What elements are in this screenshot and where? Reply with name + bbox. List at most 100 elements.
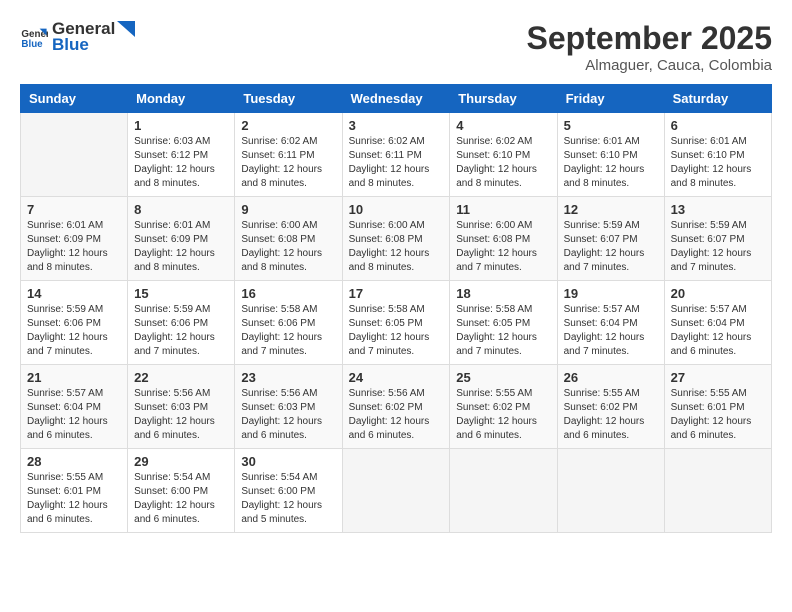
day-number: 4 — [456, 118, 550, 133]
day-number: 22 — [134, 370, 228, 385]
calendar-cell: 17 Sunrise: 5:58 AM Sunset: 6:05 PM Dayli… — [342, 281, 450, 365]
day-info: Sunrise: 5:57 AM Sunset: 6:04 PM Dayligh… — [671, 303, 765, 359]
day-number: 10 — [349, 202, 444, 217]
calendar-header-row: SundayMondayTuesdayWednesdayThursdayFrid… — [21, 85, 772, 113]
day-info: Sunrise: 6:00 AM Sunset: 6:08 PM Dayligh… — [241, 219, 335, 275]
calendar-cell: 24 Sunrise: 5:56 AM Sunset: 6:02 PM Dayli… — [342, 365, 450, 449]
month-title: September 2025 — [527, 20, 772, 57]
header-wednesday: Wednesday — [342, 85, 450, 113]
calendar-cell — [557, 449, 664, 533]
day-number: 11 — [456, 202, 550, 217]
header-thursday: Thursday — [450, 85, 557, 113]
calendar-cell: 18 Sunrise: 5:58 AM Sunset: 6:05 PM Dayli… — [450, 281, 557, 365]
day-number: 29 — [134, 454, 228, 469]
day-number: 9 — [241, 202, 335, 217]
calendar-cell: 19 Sunrise: 5:57 AM Sunset: 6:04 PM Dayli… — [557, 281, 664, 365]
day-number: 23 — [241, 370, 335, 385]
day-number: 6 — [671, 118, 765, 133]
day-info: Sunrise: 5:54 AM Sunset: 6:00 PM Dayligh… — [241, 471, 335, 527]
calendar-week-5: 28Sunrise: 5:55 AM Sunset: 6:01 PM Dayli… — [21, 449, 772, 533]
calendar-cell: 1 Sunrise: 6:03 AM Sunset: 6:12 PM Daylig… — [128, 113, 235, 197]
location-title: Almaguer, Cauca, Colombia — [527, 57, 772, 74]
calendar-cell — [664, 449, 771, 533]
calendar-table: SundayMondayTuesdayWednesdayThursdayFrid… — [20, 84, 772, 533]
calendar-cell: 2Sunrise: 6:02 AM Sunset: 6:11 PM Daylig… — [235, 113, 342, 197]
logo: General Blue General Blue — [20, 20, 135, 54]
day-info: Sunrise: 5:59 AM Sunset: 6:07 PM Dayligh… — [564, 219, 658, 275]
calendar-cell: 12 Sunrise: 5:59 AM Sunset: 6:07 PM Dayli… — [557, 197, 664, 281]
header-friday: Friday — [557, 85, 664, 113]
day-number: 2 — [241, 118, 335, 133]
day-number: 17 — [349, 286, 444, 301]
day-number: 16 — [241, 286, 335, 301]
calendar-cell: 14 Sunrise: 5:59 AM Sunset: 6:06 PM Dayli… — [21, 281, 128, 365]
day-number: 5 — [564, 118, 658, 133]
day-number: 24 — [349, 370, 444, 385]
day-info: Sunrise: 5:54 AM Sunset: 6:00 PM Dayligh… — [134, 471, 228, 527]
calendar-cell: 29 Sunrise: 5:54 AM Sunset: 6:00 PM Dayli… — [128, 449, 235, 533]
calendar-cell: 21Sunrise: 5:57 AM Sunset: 6:04 PM Dayli… — [21, 365, 128, 449]
calendar-cell: 30 Sunrise: 5:54 AM Sunset: 6:00 PM Dayli… — [235, 449, 342, 533]
day-number: 7 — [27, 202, 121, 217]
day-info: Sunrise: 6:00 AM Sunset: 6:08 PM Dayligh… — [349, 219, 444, 275]
calendar-cell: 8 Sunrise: 6:01 AM Sunset: 6:09 PM Daylig… — [128, 197, 235, 281]
day-info: Sunrise: 6:01 AM Sunset: 6:10 PM Dayligh… — [671, 135, 765, 191]
calendar-cell: 9 Sunrise: 6:00 AM Sunset: 6:08 PM Daylig… — [235, 197, 342, 281]
day-info: Sunrise: 5:58 AM Sunset: 6:05 PM Dayligh… — [456, 303, 550, 359]
calendar-cell: 20Sunrise: 5:57 AM Sunset: 6:04 PM Dayli… — [664, 281, 771, 365]
day-info: Sunrise: 6:01 AM Sunset: 6:09 PM Dayligh… — [134, 219, 228, 275]
logo-arrow — [117, 21, 135, 37]
calendar-cell: 10 Sunrise: 6:00 AM Sunset: 6:08 PM Dayli… — [342, 197, 450, 281]
day-info: Sunrise: 5:55 AM Sunset: 6:01 PM Dayligh… — [27, 471, 121, 527]
day-number: 25 — [456, 370, 550, 385]
calendar-week-4: 21Sunrise: 5:57 AM Sunset: 6:04 PM Dayli… — [21, 365, 772, 449]
calendar-cell: 23 Sunrise: 5:56 AM Sunset: 6:03 PM Dayli… — [235, 365, 342, 449]
calendar-cell: 25 Sunrise: 5:55 AM Sunset: 6:02 PM Dayli… — [450, 365, 557, 449]
calendar-cell: 6 Sunrise: 6:01 AM Sunset: 6:10 PM Daylig… — [664, 113, 771, 197]
day-info: Sunrise: 5:59 AM Sunset: 6:06 PM Dayligh… — [27, 303, 121, 359]
day-number: 18 — [456, 286, 550, 301]
day-number: 14 — [27, 286, 121, 301]
day-number: 15 — [134, 286, 228, 301]
day-info: Sunrise: 5:58 AM Sunset: 6:05 PM Dayligh… — [349, 303, 444, 359]
calendar-cell — [450, 449, 557, 533]
day-info: Sunrise: 5:56 AM Sunset: 6:03 PM Dayligh… — [241, 387, 335, 443]
calendar-body: 1 Sunrise: 6:03 AM Sunset: 6:12 PM Daylig… — [21, 113, 772, 533]
calendar-cell: 28Sunrise: 5:55 AM Sunset: 6:01 PM Dayli… — [21, 449, 128, 533]
calendar-cell: 26Sunrise: 5:55 AM Sunset: 6:02 PM Dayli… — [557, 365, 664, 449]
calendar-cell — [21, 113, 128, 197]
header-saturday: Saturday — [664, 85, 771, 113]
calendar-cell: 13Sunrise: 5:59 AM Sunset: 6:07 PM Dayli… — [664, 197, 771, 281]
day-number: 8 — [134, 202, 228, 217]
day-number: 3 — [349, 118, 444, 133]
calendar-cell: 16Sunrise: 5:58 AM Sunset: 6:06 PM Dayli… — [235, 281, 342, 365]
day-number: 30 — [241, 454, 335, 469]
day-info: Sunrise: 6:00 AM Sunset: 6:08 PM Dayligh… — [456, 219, 550, 275]
day-number: 21 — [27, 370, 121, 385]
day-number: 19 — [564, 286, 658, 301]
calendar-cell: 27Sunrise: 5:55 AM Sunset: 6:01 PM Dayli… — [664, 365, 771, 449]
calendar-week-1: 1 Sunrise: 6:03 AM Sunset: 6:12 PM Daylig… — [21, 113, 772, 197]
logo-icon: General Blue — [20, 23, 48, 51]
day-info: Sunrise: 6:01 AM Sunset: 6:10 PM Dayligh… — [564, 135, 658, 191]
day-info: Sunrise: 5:55 AM Sunset: 6:02 PM Dayligh… — [456, 387, 550, 443]
day-info: Sunrise: 5:56 AM Sunset: 6:02 PM Dayligh… — [349, 387, 444, 443]
calendar-cell: 3Sunrise: 6:02 AM Sunset: 6:11 PM Daylig… — [342, 113, 450, 197]
calendar-cell: 11 Sunrise: 6:00 AM Sunset: 6:08 PM Dayli… — [450, 197, 557, 281]
day-number: 26 — [564, 370, 658, 385]
day-info: Sunrise: 5:56 AM Sunset: 6:03 PM Dayligh… — [134, 387, 228, 443]
day-info: Sunrise: 6:03 AM Sunset: 6:12 PM Dayligh… — [134, 135, 228, 191]
day-number: 1 — [134, 118, 228, 133]
day-info: Sunrise: 5:57 AM Sunset: 6:04 PM Dayligh… — [564, 303, 658, 359]
calendar-cell: 4Sunrise: 6:02 AM Sunset: 6:10 PM Daylig… — [450, 113, 557, 197]
day-info: Sunrise: 5:59 AM Sunset: 6:07 PM Dayligh… — [671, 219, 765, 275]
page-header: General Blue General Blue September 2025… — [20, 20, 772, 74]
day-number: 12 — [564, 202, 658, 217]
calendar-week-3: 14 Sunrise: 5:59 AM Sunset: 6:06 PM Dayli… — [21, 281, 772, 365]
header-monday: Monday — [128, 85, 235, 113]
header-tuesday: Tuesday — [235, 85, 342, 113]
title-area: September 2025 Almaguer, Cauca, Colombia — [527, 20, 772, 74]
day-info: Sunrise: 5:59 AM Sunset: 6:06 PM Dayligh… — [134, 303, 228, 359]
header-sunday: Sunday — [21, 85, 128, 113]
calendar-cell: 22 Sunrise: 5:56 AM Sunset: 6:03 PM Dayli… — [128, 365, 235, 449]
